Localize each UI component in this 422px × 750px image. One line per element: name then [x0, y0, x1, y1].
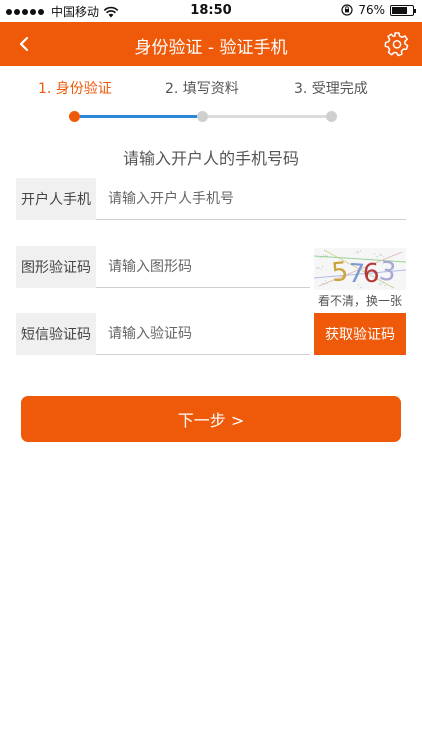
- sms-code-input[interactable]: [96, 313, 310, 355]
- step-2-dot: [197, 111, 208, 122]
- captcha-label: 图形验证码: [16, 246, 96, 288]
- status-right: 76%: [341, 3, 416, 17]
- step-1-dot: [69, 111, 80, 122]
- step-connector-1: [80, 115, 197, 118]
- captcha-row: 图形验证码: [16, 246, 310, 288]
- page-title: 身份验证 - 验证手机: [134, 38, 288, 58]
- captcha-image[interactable]: ..,'~ '.,~. ~.' .'~, .,'. ~'., .~' ',. 5 7 6…: [314, 248, 406, 290]
- nav-bar: 身份验证 - 验证手机: [0, 22, 422, 66]
- phone-row: 开户人手机: [16, 178, 406, 220]
- captcha-refresh-link[interactable]: 看不清，换一张: [314, 292, 406, 309]
- rotation-lock-icon: [341, 4, 353, 16]
- sms-label: 短信验证码: [16, 313, 96, 355]
- sms-row: 短信验证码: [16, 313, 310, 355]
- gear-icon: [384, 32, 409, 57]
- phone-label: 开户人手机: [16, 178, 96, 220]
- step-3-dot: [326, 111, 337, 122]
- step-1-label: 1. 身份验证: [38, 81, 112, 97]
- get-code-button[interactable]: 获取验证码: [314, 313, 406, 355]
- status-bar: 中国移动 18:50 76%: [0, 0, 422, 22]
- battery-fill: [392, 6, 408, 14]
- captcha-input[interactable]: [96, 246, 310, 288]
- captcha-digit-4: 3: [377, 256, 398, 288]
- step-connector-2: [208, 115, 328, 118]
- progress-steps: 1. 身份验证 2. 填写资料 3. 受理完成: [0, 66, 422, 130]
- battery-percent: 76%: [358, 3, 385, 17]
- battery-icon: [390, 4, 416, 16]
- step-2-label: 2. 填写资料: [165, 81, 239, 97]
- phone-input[interactable]: [96, 178, 406, 220]
- svg-text:.~': .~': [354, 250, 361, 256]
- svg-text:.,'.: .,'.: [322, 280, 329, 286]
- captcha-noise: ..,'~ '.,~. ~.' .'~, .,'. ~'., .~'',. 5 7 6…: [314, 249, 406, 290]
- settings-button[interactable]: [382, 29, 412, 59]
- svg-text:~.': ~.': [316, 266, 323, 272]
- instruction-text: 请输入开户人的手机号码: [122, 149, 299, 168]
- step-3-label: 3. 受理完成: [294, 81, 368, 97]
- svg-text:..,'~: ..,'~: [318, 254, 328, 260]
- next-step-button[interactable]: 下一步 >: [21, 396, 401, 442]
